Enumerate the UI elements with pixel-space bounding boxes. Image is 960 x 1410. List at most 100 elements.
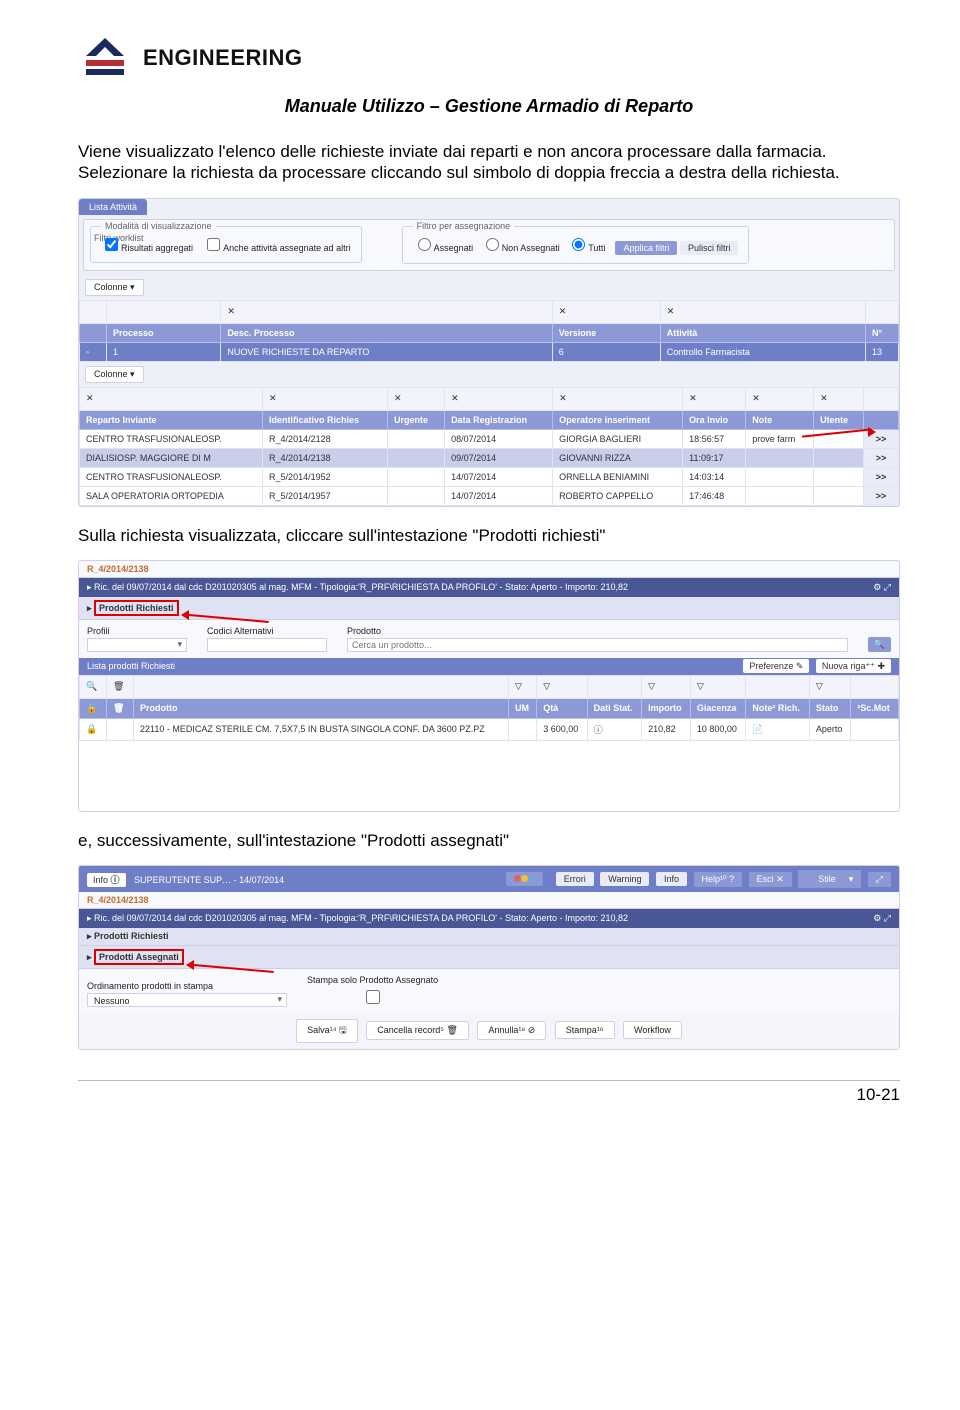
document-title: Manuale Utilizzo – Gestione Armadio di R… [78, 96, 900, 117]
paragraph-3: Sulla richiesta visualizzata, cliccare s… [78, 525, 900, 546]
col-reparto[interactable]: Reparto Inviante [80, 410, 263, 429]
col-scmot[interactable]: ²Sc.Mot [851, 698, 899, 718]
apply-filters-button[interactable]: Applica filtri [615, 241, 677, 255]
warning-button[interactable]: Warning [600, 872, 649, 886]
col-stato[interactable]: Stato [809, 698, 850, 718]
profili-select[interactable] [87, 638, 187, 652]
gear-icon[interactable]: ⚙ ⤢ [873, 582, 891, 593]
save-button[interactable]: Salva¹⁴ 🖫 [296, 1019, 358, 1043]
tab-lista-attivita[interactable]: Lista Attività [79, 199, 147, 215]
open-row-arrow-icon[interactable]: >> [864, 448, 899, 467]
mode-legend: Modalità di visualizzazione [101, 221, 216, 231]
radio-tutti[interactable]: Tutti [567, 243, 605, 253]
table-row[interactable]: SALA OPERATORIA ORTOPEDIAR_5/2014/1957 1… [80, 486, 899, 505]
app-toolbar: Info ⓘ SUPERUTENTE SUP… - 14/07/2014 Err… [79, 866, 899, 892]
col-utente[interactable]: Utente [814, 410, 864, 429]
user-label: SUPERUTENTE SUP… - 14/07/2014 [134, 875, 284, 885]
table-row[interactable]: CENTRO TRASFUSIONALEOSP.R_4/2014/2128 08… [80, 429, 899, 448]
col-urg[interactable]: Urgente [388, 410, 445, 429]
columns-button-2[interactable]: Colonne ▾ [85, 366, 144, 383]
stampa-solo-checkbox[interactable] [311, 990, 435, 1004]
print-button[interactable]: Stampa¹⁶ [555, 1021, 615, 1039]
table-row[interactable]: 🔒 22110 - MEDICAZ STERILE CM. 7,5X7,5 IN… [80, 718, 899, 740]
col-data[interactable]: Data Registrazion [445, 410, 553, 429]
tab-prodotti-richiesti[interactable]: ▸ Prodotti Richiesti [79, 928, 899, 946]
paragraph-4: e, successivamente, sull'intestazione "P… [78, 830, 900, 851]
screenshot-worklist: Lista Attività Filtri worklist Modalità … [78, 198, 900, 507]
label-stampa-solo: Stampa solo Prodotto Assegnato [307, 975, 438, 985]
red-arrow-icon [186, 953, 276, 963]
new-row-button[interactable]: Nuova riga⁺⁺ ✚ [816, 659, 891, 673]
style-button[interactable]: Stile ▾ [798, 870, 861, 888]
col-ora[interactable]: Ora Invio [683, 410, 746, 429]
paragraph-1: Viene visualizzato l'elenco delle richie… [78, 141, 900, 184]
screenshot-prodotti-assegnati: Info ⓘ SUPERUTENTE SUP… - 14/07/2014 Err… [78, 865, 900, 1050]
ord-select[interactable]: Nessuno [87, 993, 287, 1007]
col-n[interactable]: N° [866, 323, 899, 342]
col-qta[interactable]: Qtà [537, 698, 587, 718]
checkbox-aggregati[interactable]: Risultati aggregati [101, 243, 193, 253]
codici-input[interactable] [207, 638, 327, 652]
col-prodotto[interactable]: Prodotto [134, 698, 509, 718]
col-processo[interactable]: Processo [107, 323, 221, 342]
search-icon[interactable]: 🔍 [868, 637, 891, 652]
table-row[interactable]: DIALISIOSP. MAGGIORE DI MR_4/2014/2138 0… [80, 448, 899, 467]
request-header-bar[interactable]: ▸ Ric. del 09/07/2014 dal cdc D201020305… [79, 909, 899, 928]
open-row-arrow-icon[interactable]: >> [864, 429, 899, 448]
list-title: Lista prodotti Richiesti [87, 661, 175, 671]
tab-prodotti-assegnati[interactable]: ▸ Prodotti Assegnati [79, 946, 899, 969]
label-prodotto: Prodotto [347, 626, 848, 636]
clear-filters-button[interactable]: Pulisci filtri [680, 241, 739, 255]
info-button[interactable]: Info ⓘ [87, 873, 126, 887]
doc-header: ENGINEERING [78, 36, 900, 80]
action-toolbar: Salva¹⁴ 🖫 Cancella record⁵ 🗑 Annulla¹⁸ ⊘… [79, 1013, 899, 1049]
products-table: 🔍🗑▽▽▽▽▽ 🔒🗑 Prodotto UM Qtà Dati Stat. Im… [79, 675, 899, 741]
screenshot-prodotti-richiesti: R_4/2014/2138 ▸ Ric. del 09/07/2014 dal … [78, 560, 900, 812]
help-button[interactable]: Help¹⁰ ? [694, 872, 743, 887]
col-noterich[interactable]: Note² Rich. [746, 698, 809, 718]
col-giacenza[interactable]: Giacenza [690, 698, 746, 718]
label-profili: Profili [87, 626, 187, 636]
col-dati[interactable]: Dati Stat. [587, 698, 642, 718]
requests-table: ✕✕✕✕✕✕✕✕ Reparto Inviante Identificativo… [79, 387, 899, 506]
columns-button[interactable]: Colonne ▾ [85, 279, 144, 296]
lock-icon: 🔒 [80, 718, 107, 740]
prodotto-search-input[interactable] [347, 638, 848, 652]
errori-button[interactable]: Errori [556, 872, 594, 886]
process-table: ✕✕✕ Processo Desc. Processo Versione Att… [79, 300, 899, 362]
exit-button[interactable]: Esci ✕ [749, 872, 792, 887]
info-tab-button[interactable]: Info [656, 872, 687, 886]
page-number: 10-21 [78, 1080, 900, 1105]
col-op[interactable]: Operatore inseriment [553, 410, 683, 429]
col-versione[interactable]: Versione [552, 323, 660, 342]
checkbox-altre[interactable]: Anche attività assegnate ad altri [203, 243, 351, 253]
open-row-arrow-icon[interactable]: >> [864, 486, 899, 505]
red-arrow-icon [181, 603, 271, 613]
company-name: ENGINEERING [143, 45, 303, 71]
info-icon[interactable]: ⓘ [587, 718, 642, 740]
radio-assegnati[interactable]: Assegnati [413, 243, 474, 253]
col-desc[interactable]: Desc. Processo [221, 323, 552, 342]
cancel-button[interactable]: Annulla¹⁸ ⊘ [477, 1021, 546, 1040]
breadcrumb[interactable]: R_4/2014/2138 [79, 892, 899, 909]
radio-non-assegnati[interactable]: Non Assegnati [481, 243, 560, 253]
col-note[interactable]: Note [746, 410, 814, 429]
workflow-button[interactable]: Workflow [623, 1021, 682, 1039]
request-header-bar[interactable]: ▸ Ric. del 09/07/2014 dal cdc D201020305… [79, 578, 899, 597]
col-id[interactable]: Identificativo Richies [263, 410, 388, 429]
tab-prodotti-richiesti[interactable]: ▸ Prodotti Richiesti [79, 597, 899, 620]
note-icon[interactable]: 📄 [746, 718, 809, 740]
delete-button[interactable]: Cancella record⁵ 🗑 [366, 1021, 469, 1040]
assign-legend: Filtro per assegnazione [413, 221, 515, 231]
col-attivita[interactable]: Attività [660, 323, 865, 342]
breadcrumb[interactable]: R_4/2014/2138 [79, 561, 899, 578]
expand-icon[interactable]: ⤢ [868, 872, 891, 887]
col-importo[interactable]: Importo [642, 698, 691, 718]
gear-icon[interactable]: ⚙ ⤢ [873, 913, 891, 924]
col-um[interactable]: UM [508, 698, 536, 718]
label-codici: Codici Alternativi [207, 626, 327, 636]
preferences-button[interactable]: Preferenze ✎ [743, 659, 809, 673]
table-row[interactable]: CENTRO TRASFUSIONALEOSP.R_5/2014/1952 14… [80, 467, 899, 486]
open-row-arrow-icon[interactable]: >> [864, 467, 899, 486]
company-logo [78, 36, 133, 80]
